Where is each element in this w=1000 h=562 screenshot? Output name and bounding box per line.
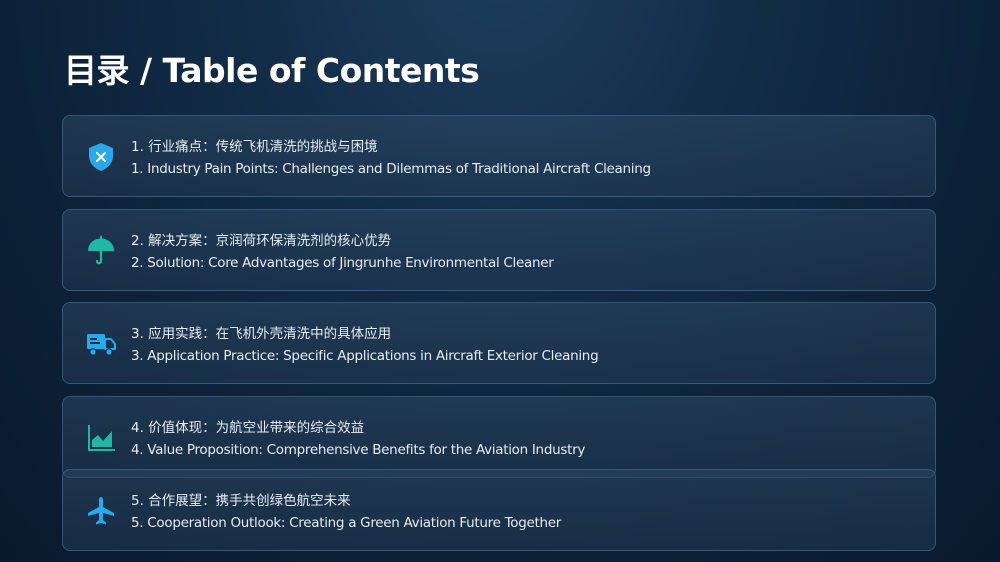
toc-item-title-en: 5. Cooperation Outlook: Creating a Green… <box>131 515 562 531</box>
toc-item-title-zh: 1. 行业痛点：传统飞机清洗的挑战与困境 <box>131 139 378 155</box>
toc-item-title-zh: 5. 合作展望：携手共创绿色航空未来 <box>131 493 351 509</box>
airplane-icon <box>84 494 118 528</box>
toc-item-5[interactable]: 5. 合作展望：携手共创绿色航空未来 5. Cooperation Outloo… <box>62 469 936 551</box>
umbrella-icon <box>84 234 118 268</box>
toc-item-title-en: 3. Application Practice: Specific Applic… <box>131 348 599 364</box>
toc-item-title-zh: 3. 应用实践：在飞机外壳清洗中的具体应用 <box>131 326 392 342</box>
area-chart-icon <box>84 421 118 455</box>
toc-item-title-en: 4. Value Proposition: Comprehensive Bene… <box>131 442 586 458</box>
toc-item-title-en: 2. Solution: Core Advantages of Jingrunh… <box>131 255 554 271</box>
shield-x-icon <box>84 140 118 174</box>
toc-item-3[interactable]: 3. 应用实践：在飞机外壳清洗中的具体应用 3. Application Pra… <box>62 302 936 384</box>
toc-item-title-zh: 2. 解决方案：京润荷环保清洗剂的核心优势 <box>131 233 392 249</box>
truck-icon <box>84 327 118 361</box>
toc-item-2[interactable]: 2. 解决方案：京润荷环保清洗剂的核心优势 2. Solution: Core … <box>62 209 936 291</box>
toc-item-title-zh: 4. 价值体现：为航空业带来的综合效益 <box>131 420 365 436</box>
page-title: 目录 / Table of Contents <box>64 51 480 90</box>
toc-item-4[interactable]: 4. 价值体现：为航空业带来的综合效益 4. Value Proposition… <box>62 396 936 478</box>
toc-item-title-en: 1. Industry Pain Points: Challenges and … <box>131 161 651 177</box>
toc-item-1[interactable]: 1. 行业痛点：传统飞机清洗的挑战与困境 1. Industry Pain Po… <box>62 115 936 197</box>
